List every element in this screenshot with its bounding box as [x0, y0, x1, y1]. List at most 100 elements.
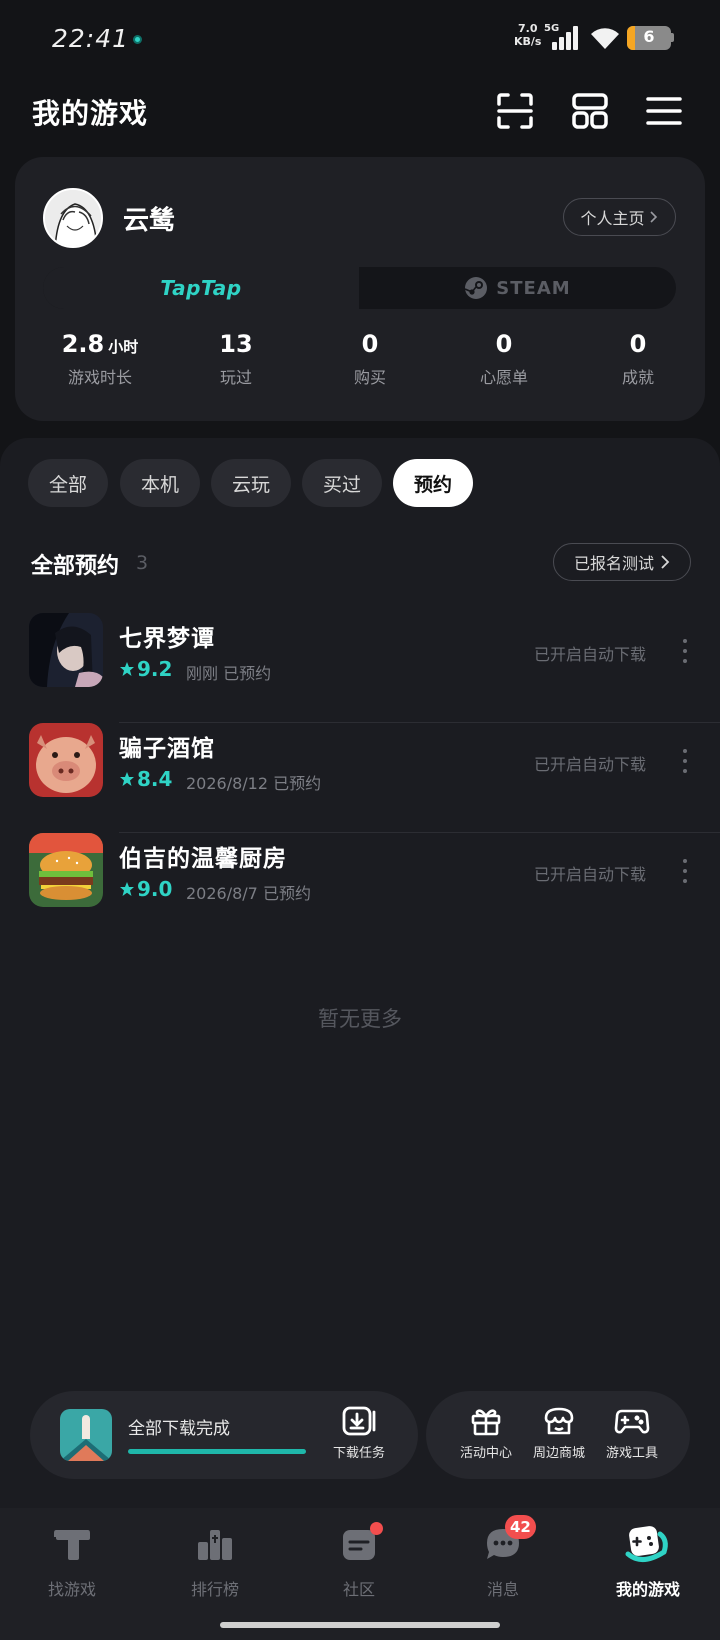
star-icon	[120, 662, 134, 676]
menu-icon[interactable]	[644, 91, 684, 131]
star-icon	[120, 882, 134, 896]
download-task-button[interactable]: 下载任务	[323, 1406, 395, 1461]
taptap-t-icon	[54, 1530, 90, 1560]
merch-store-button[interactable]: 周边商城	[523, 1406, 595, 1461]
section-count: 3	[136, 552, 149, 574]
game-rating: 9.0	[119, 877, 172, 901]
more-icon[interactable]	[680, 749, 690, 773]
homepage-label: 个人主页	[580, 209, 645, 228]
message-count-badge: 42	[505, 1515, 536, 1539]
username: 云鸶	[123, 206, 176, 236]
stat-label: 心愿单	[479, 368, 528, 387]
tool-label: 周边商城	[532, 1446, 585, 1461]
stat-wishlist[interactable]: 0 心愿单	[444, 330, 564, 388]
nav-find-games[interactable]: 找游戏	[12, 1524, 132, 1600]
stat-label: 游戏时长	[67, 368, 132, 387]
game-date: 刚刚 已预约	[186, 664, 272, 683]
battery-level: 6	[643, 27, 655, 46]
home-indicator	[220, 1622, 500, 1628]
stat-unit: 小时	[108, 338, 139, 356]
steam-icon	[464, 277, 488, 299]
stat-value: 13	[219, 330, 253, 358]
game-row[interactable]: 骗子酒馆 8.4 2026/8/12 已预约 已开启自动下载	[0, 723, 720, 833]
stat-label: 购买	[353, 368, 386, 387]
scan-icon[interactable]	[495, 91, 535, 131]
game-name: 伯吉的温馨厨房	[119, 846, 287, 872]
status-time: 22:41	[52, 24, 130, 53]
download-status: 全部下载完成	[128, 1419, 230, 1439]
download-task-label: 下载任务	[332, 1446, 385, 1461]
layout-grid-icon[interactable]	[570, 91, 610, 131]
game-name: 骗子酒馆	[119, 736, 215, 762]
nav-label: 我的游戏	[615, 1580, 680, 1599]
nav-label: 消息	[486, 1580, 519, 1599]
stat-value: 2.8	[61, 330, 105, 358]
game-row[interactable]: 七界梦谭 9.2 刚刚 已预约 已开启自动下载	[0, 613, 720, 723]
chevron-right-icon	[661, 555, 670, 569]
battery-tip	[671, 33, 674, 42]
stat-value: 0	[361, 330, 379, 358]
my-games-icon	[625, 1526, 668, 1562]
stat-played[interactable]: 13 玩过	[176, 330, 296, 388]
download-task-icon	[342, 1406, 376, 1436]
network-speed: 7.0 KB/s	[514, 22, 541, 48]
filter-cloud[interactable]: 云玩	[211, 459, 291, 507]
game-tools-button[interactable]: 游戏工具	[596, 1406, 668, 1461]
stat-value: 0	[495, 330, 513, 358]
stat-playtime[interactable]: 2.8 小时 游戏时长	[40, 330, 160, 388]
homepage-button[interactable]: 个人主页	[563, 198, 676, 236]
chevron-right-icon	[649, 211, 657, 223]
filter-local[interactable]: 本机	[120, 459, 200, 507]
stat-purchased[interactable]: 0 购买	[310, 330, 430, 388]
game-icon[interactable]	[29, 723, 103, 797]
avatar[interactable]	[43, 188, 103, 248]
game-icon[interactable]	[29, 613, 103, 687]
game-date: 2026/8/7 已预约	[186, 884, 311, 903]
content-panel	[0, 438, 720, 1508]
more-icon[interactable]	[680, 859, 690, 883]
nav-label: 排行榜	[190, 1580, 239, 1599]
tool-label: 活动中心	[459, 1446, 512, 1461]
stat-value: 0	[629, 330, 647, 358]
ranking-icon	[198, 1530, 232, 1560]
game-rating: 9.2	[119, 657, 172, 681]
game-cover-image	[29, 723, 103, 797]
game-name: 七界梦谭	[119, 626, 215, 652]
tab-steam[interactable]: STEAM	[359, 267, 676, 309]
tab-taptap[interactable]: TapTap	[43, 267, 359, 309]
auto-download-status: 已开启自动下载	[534, 755, 647, 774]
taptap-logo: TapTap	[160, 276, 242, 300]
download-progress	[128, 1449, 306, 1454]
rating-value: 8.4	[137, 767, 173, 791]
nav-my-games[interactable]: 我的游戏	[588, 1524, 708, 1600]
activity-center-button[interactable]: 活动中心	[450, 1406, 522, 1461]
tool-label: 游戏工具	[605, 1446, 658, 1461]
filter-reserved[interactable]: 预约	[393, 459, 473, 507]
wifi-icon	[591, 28, 619, 49]
nav-messages[interactable]: 消息	[443, 1524, 563, 1600]
more-icon[interactable]	[680, 639, 690, 663]
game-row[interactable]: 伯吉的温馨厨房 9.0 2026/8/7 已预约 已开启自动下载	[0, 833, 720, 943]
nav-community[interactable]: 社区	[299, 1524, 419, 1600]
rating-value: 9.0	[137, 877, 173, 901]
auto-download-status: 已开启自动下载	[534, 865, 647, 884]
filter-all[interactable]: 全部	[28, 459, 108, 507]
nav-rankings[interactable]: 排行榜	[155, 1524, 275, 1600]
network-speed-unit: KB/s	[514, 35, 542, 48]
tested-button[interactable]: 已报名测试	[553, 543, 691, 581]
game-cover-image	[29, 613, 103, 687]
nav-label: 社区	[342, 1580, 375, 1599]
signal-icon	[552, 26, 580, 50]
notification-dot-icon	[133, 35, 142, 44]
store-icon	[544, 1407, 574, 1435]
section-title: 全部预约	[31, 554, 120, 579]
stat-label: 成就	[621, 368, 654, 387]
stat-achievements[interactable]: 0 成就	[578, 330, 698, 388]
community-notification-dot	[370, 1522, 383, 1535]
filter-bought[interactable]: 买过	[302, 459, 382, 507]
steam-label: STEAM	[496, 277, 571, 299]
stat-label: 玩过	[219, 368, 252, 387]
game-icon[interactable]	[29, 833, 103, 907]
tested-label: 已报名测试	[573, 554, 654, 573]
gift-icon	[471, 1409, 501, 1436]
